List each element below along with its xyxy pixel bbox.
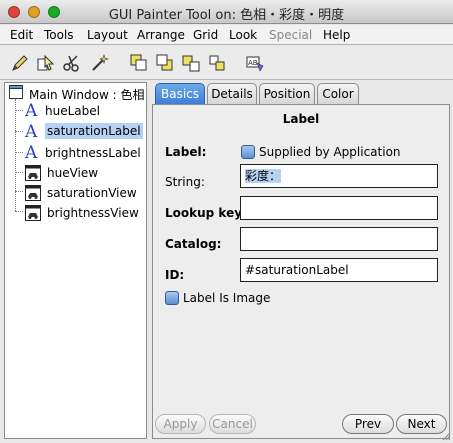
- view-icon: [25, 185, 41, 201]
- tree-item-hue-view[interactable]: hueView: [5, 163, 146, 183]
- string-field[interactable]: 彩度：: [240, 164, 438, 188]
- menu-tools[interactable]: Tools: [44, 28, 74, 42]
- supplied-by-app-label: Supplied by Application: [259, 145, 401, 159]
- tree-item-saturation-view[interactable]: saturationView: [5, 183, 146, 203]
- tree-item-hue-label[interactable]: A hueLabel: [5, 101, 146, 121]
- menu-grid[interactable]: Grid: [193, 28, 218, 42]
- tree-item-label: hueView: [47, 166, 99, 180]
- catalog-field[interactable]: [240, 227, 438, 251]
- menu-arrange[interactable]: Arrange: [137, 28, 185, 42]
- basics-panel: Label Label: Supplied by Application Str…: [152, 104, 450, 439]
- supplied-by-app-checkbox[interactable]: [241, 145, 255, 159]
- panel-heading: Label: [282, 112, 320, 126]
- wand-icon[interactable]: [90, 53, 110, 73]
- align-icon[interactable]: [181, 53, 201, 73]
- menu-special[interactable]: Special: [269, 28, 312, 42]
- tree-item-brightness-label[interactable]: A brightnessLabel: [5, 143, 146, 163]
- resize-grip-icon[interactable]: [441, 431, 451, 441]
- send-back-icon[interactable]: [155, 53, 175, 73]
- view-icon: [25, 205, 41, 221]
- menu-help[interactable]: Help: [323, 28, 350, 42]
- window-icon: [9, 85, 23, 99]
- tab-color[interactable]: Color: [317, 83, 359, 104]
- tree-item-saturation-label[interactable]: A saturationLabel: [5, 122, 146, 142]
- id-field[interactable]: #saturationLabel: [240, 258, 438, 282]
- title-bar[interactable]: GUI Painter Tool on: 色相・彩度・明度: [0, 0, 453, 24]
- menu-layout[interactable]: Layout: [87, 28, 128, 42]
- view-icon: [25, 165, 41, 181]
- tab-basics[interactable]: Basics: [155, 83, 205, 104]
- string-value: 彩度：: [245, 169, 282, 183]
- toolbar: AB: [0, 46, 453, 80]
- lookup-key-caption: Lookup key:: [165, 206, 247, 220]
- lookup-key-field[interactable]: [240, 196, 438, 220]
- label-is-image-checkbox[interactable]: [165, 291, 179, 305]
- tab-details[interactable]: Details: [207, 83, 257, 104]
- tree-item-label: saturationView: [47, 186, 137, 200]
- menu-look[interactable]: Look: [229, 28, 257, 42]
- label-icon: A: [25, 143, 38, 163]
- menu-edit[interactable]: Edit: [10, 28, 33, 42]
- label-icon: A: [25, 101, 38, 121]
- apply-button[interactable]: Apply: [155, 414, 206, 434]
- property-tabs: Basics Details Position Color: [152, 83, 450, 105]
- ab-component-icon[interactable]: AB: [245, 53, 265, 73]
- component-tree[interactable]: Main Window : 色相 A hueLabel A saturation…: [4, 82, 147, 439]
- next-button[interactable]: Next: [396, 414, 447, 434]
- label-is-image-label: Label Is Image: [183, 291, 271, 305]
- pencil-icon[interactable]: [10, 53, 30, 73]
- tree-item-brightness-view[interactable]: brightnessView: [5, 203, 146, 223]
- window-title: GUI Painter Tool on: 色相・彩度・明度: [108, 8, 345, 23]
- catalog-caption: Catalog:: [165, 237, 222, 251]
- cancel-button[interactable]: Cancel: [209, 414, 256, 434]
- svg-text:AB: AB: [248, 59, 258, 67]
- select-icon[interactable]: [36, 53, 56, 73]
- scissors-icon[interactable]: [62, 53, 82, 73]
- tree-item-label: hueLabel: [45, 104, 100, 118]
- string-caption: String:: [165, 175, 205, 189]
- tree-item-label: saturationLabel: [45, 123, 143, 139]
- label-caption: Label:: [165, 145, 207, 159]
- menu-bar: Edit Tools Layout Arrange Grid Look Spec…: [0, 25, 453, 45]
- tree-item-label: brightnessLabel: [45, 146, 141, 160]
- tree-root[interactable]: Main Window : 色相: [5, 83, 146, 103]
- tab-position[interactable]: Position: [259, 83, 315, 104]
- bring-front-icon[interactable]: [129, 53, 149, 73]
- prev-button[interactable]: Prev: [342, 414, 394, 434]
- id-caption: ID:: [165, 268, 185, 282]
- group-icon[interactable]: [207, 53, 227, 73]
- label-icon: A: [25, 122, 38, 142]
- tree-item-label: brightnessView: [47, 206, 139, 220]
